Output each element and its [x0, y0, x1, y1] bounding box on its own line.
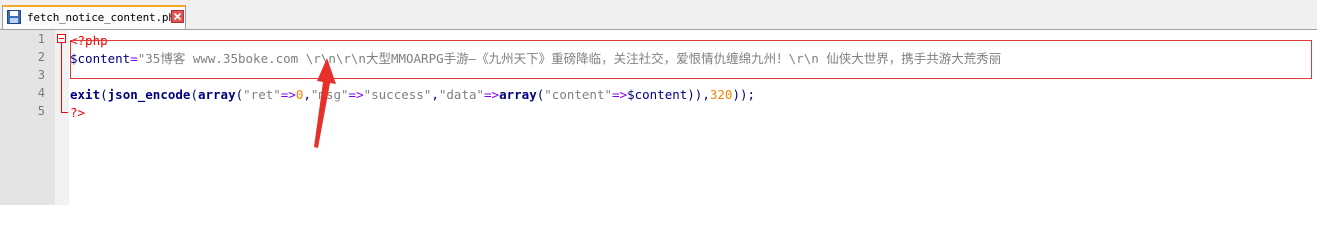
code-token: exit — [70, 87, 101, 102]
code-token: )), — [687, 87, 710, 102]
tab-filename: fetch_notice_content.php — [27, 11, 182, 24]
line-number: 5 — [37, 104, 45, 118]
file-tab[interactable]: fetch_notice_content.php — [2, 5, 186, 29]
code-line[interactable]: ?> — [70, 104, 85, 122]
code-line[interactable]: exit(json_encode(array("ret"=>0,"msg"=>"… — [70, 86, 755, 104]
line-number: 1 — [37, 32, 45, 46]
code-token: ( — [100, 87, 108, 102]
code-token: => — [348, 87, 364, 102]
highlight-box — [70, 40, 1312, 79]
fold-line — [61, 43, 62, 113]
code-token: => — [484, 87, 500, 102]
fold-toggle-icon[interactable] — [57, 34, 66, 43]
annotation-arrow-icon — [314, 58, 336, 148]
code-token: "ret" — [243, 87, 281, 102]
close-icon[interactable] — [171, 10, 184, 23]
code-token: $content — [627, 87, 688, 102]
line-number: 3 — [37, 68, 45, 82]
save-disk-icon — [7, 10, 21, 24]
code-token: ( — [190, 87, 198, 102]
code-token: )); — [732, 87, 756, 102]
tab-bar: fetch_notice_content.php — [0, 0, 1317, 30]
code-token: ( — [235, 87, 244, 102]
line-number: 4 — [37, 86, 45, 100]
code-token: ?> — [70, 105, 86, 120]
code-token: "content" — [544, 87, 612, 102]
line-number: 2 — [37, 50, 45, 64]
fold-margin — [55, 30, 69, 205]
code-token: "success" — [363, 87, 432, 102]
code-token: => — [280, 87, 296, 102]
code-token: array — [197, 87, 236, 102]
code-token: json_encode — [107, 87, 191, 102]
code-token: => — [612, 87, 628, 102]
code-token: , — [431, 87, 439, 102]
code-token: "data" — [438, 87, 485, 102]
code-token: array — [499, 87, 537, 102]
code-token: 320 — [709, 87, 733, 102]
fold-end — [61, 112, 68, 113]
